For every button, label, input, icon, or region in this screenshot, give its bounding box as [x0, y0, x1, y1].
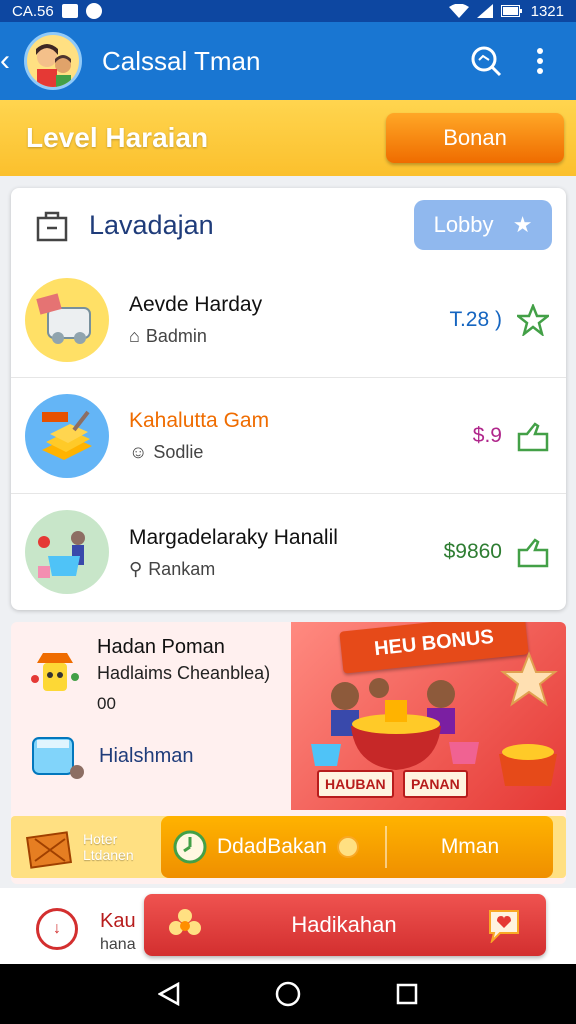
lobby-button[interactable]: Lobby ★ — [414, 200, 552, 250]
item-name: Kahalutta Gam — [129, 409, 270, 432]
feast-illustration-icon — [311, 678, 479, 770]
app-notification-icon — [85, 3, 102, 19]
location-icon: ⚲ — [129, 558, 143, 579]
nav-home-icon[interactable] — [275, 981, 301, 1007]
search-icon[interactable] — [468, 43, 504, 79]
battery-icon — [500, 5, 522, 17]
star-icon: ★ — [512, 212, 533, 237]
avatar[interactable] — [24, 32, 82, 90]
promo-link[interactable]: Hialshman — [99, 745, 193, 768]
bar-main-button[interactable]: DdadBakan Mman — [161, 816, 553, 878]
action-bar: Hoter Ltdanen DdadBakan Mman — [11, 816, 566, 878]
item-name: Aevde Harday — [129, 293, 263, 316]
bag-icon — [36, 211, 68, 242]
favorite-star-icon[interactable] — [516, 303, 550, 337]
notification-icon — [61, 4, 78, 18]
bar-left[interactable]: Hoter Ltdanen — [11, 825, 161, 869]
star-cookie-icon — [500, 651, 558, 707]
item-price: $9860 — [443, 540, 502, 563]
item-subtitle: Rankam — [148, 558, 216, 579]
wifi-icon — [448, 4, 469, 18]
promo-count: 00 — [97, 694, 116, 713]
card-header: Lavadajan Lobby ★ — [11, 188, 566, 262]
bar-left-line2: Ltdanen — [83, 847, 134, 863]
app-title: Calssal Tman — [102, 45, 261, 76]
chat-heart-icon — [489, 910, 519, 943]
list-item[interactable]: Kahalutta Gam ☺ Sodlie $.9 — [11, 378, 566, 494]
item-price: T.28 ) — [449, 307, 502, 331]
coin-icon — [336, 836, 359, 858]
gift-icon: ☺ — [129, 442, 148, 462]
bottom-line2: hana — [100, 936, 136, 953]
bottom-line1: Kau — [100, 910, 136, 932]
item-subtitle: Badmin — [145, 326, 207, 346]
machine-thumbnail-icon — [25, 277, 109, 362]
promo-title: Hadan Poman — [97, 636, 225, 658]
bookmark-icon: ⌂ — [129, 326, 140, 346]
system-nav-bar — [0, 964, 576, 1024]
level-title: Level Haraian — [26, 122, 209, 153]
treasure-bowl-icon — [499, 744, 557, 786]
item-name: Margadelaraky Hanalil — [129, 525, 338, 549]
nav-recents-icon[interactable] — [396, 983, 418, 1005]
lobby-label: Lobby — [433, 212, 494, 237]
share-icon[interactable] — [516, 535, 550, 569]
list-item[interactable]: Aevde Harday ⌂ Badmin T.28 ) — [11, 262, 566, 378]
basket-icon — [25, 831, 73, 869]
card-title: Lavadajan — [89, 209, 214, 240]
tag-hauban: HAUBAN — [317, 770, 394, 798]
promo-description: Hadlaims Cheanblea) — [97, 663, 271, 683]
promo-info: Hadan Poman Hadlaims Cheanblea) 00 Hials… — [11, 622, 301, 810]
level-banner: Level Haraian Bonan — [0, 100, 576, 176]
status-bar: CA.56 1321 — [0, 0, 576, 22]
nav-back-icon[interactable] — [157, 982, 180, 1006]
item-subtitle: Sodlie — [153, 442, 204, 462]
list-card: Lavadajan Lobby ★ Aevde Harday ⌂ Badmin … — [11, 188, 566, 610]
bonus-button[interactable]: Bonan — [386, 113, 564, 163]
status-time-right: 1321 — [530, 2, 564, 20]
bar-left-line1: Hoter — [83, 831, 118, 847]
bonus-banner[interactable]: HEU BONUS HAUBAN PANAN — [291, 622, 566, 810]
item-price: $.9 — [472, 423, 502, 447]
mascot-icon — [31, 653, 79, 691]
tag-panan: PANAN — [403, 770, 468, 798]
hadikahan-label: Hadikahan — [291, 912, 397, 937]
signal-icon — [476, 4, 493, 18]
list-item[interactable]: Margadelaraky Hanalil ⚲ Rankam $9860 — [11, 494, 566, 610]
cooker-icon — [32, 737, 84, 779]
gold-bars-thumbnail-icon — [25, 393, 109, 478]
bar-segment-1-label: DdadBakan — [217, 835, 327, 858]
status-time-left: CA.56 — [12, 2, 54, 20]
kids-thumbnail-icon — [25, 510, 109, 594]
bar-segment-2-label[interactable]: Mman — [387, 835, 553, 859]
back-icon[interactable]: ‹ — [0, 44, 22, 78]
flower-icon — [169, 909, 201, 935]
app-bar: ‹ Calssal Tman — [0, 22, 576, 100]
share-icon[interactable] — [516, 419, 550, 453]
promo-section: Hadan Poman Hadlaims Cheanblea) 00 Hials… — [11, 622, 566, 884]
more-options-icon[interactable] — [522, 43, 558, 79]
hadikahan-button[interactable]: Hadikahan — [144, 894, 546, 956]
alert-icon: ↓ — [36, 908, 78, 950]
bar-segment-1[interactable]: DdadBakan — [161, 826, 387, 868]
avatar-illustration-icon — [36, 44, 71, 87]
clock-icon — [173, 830, 207, 864]
